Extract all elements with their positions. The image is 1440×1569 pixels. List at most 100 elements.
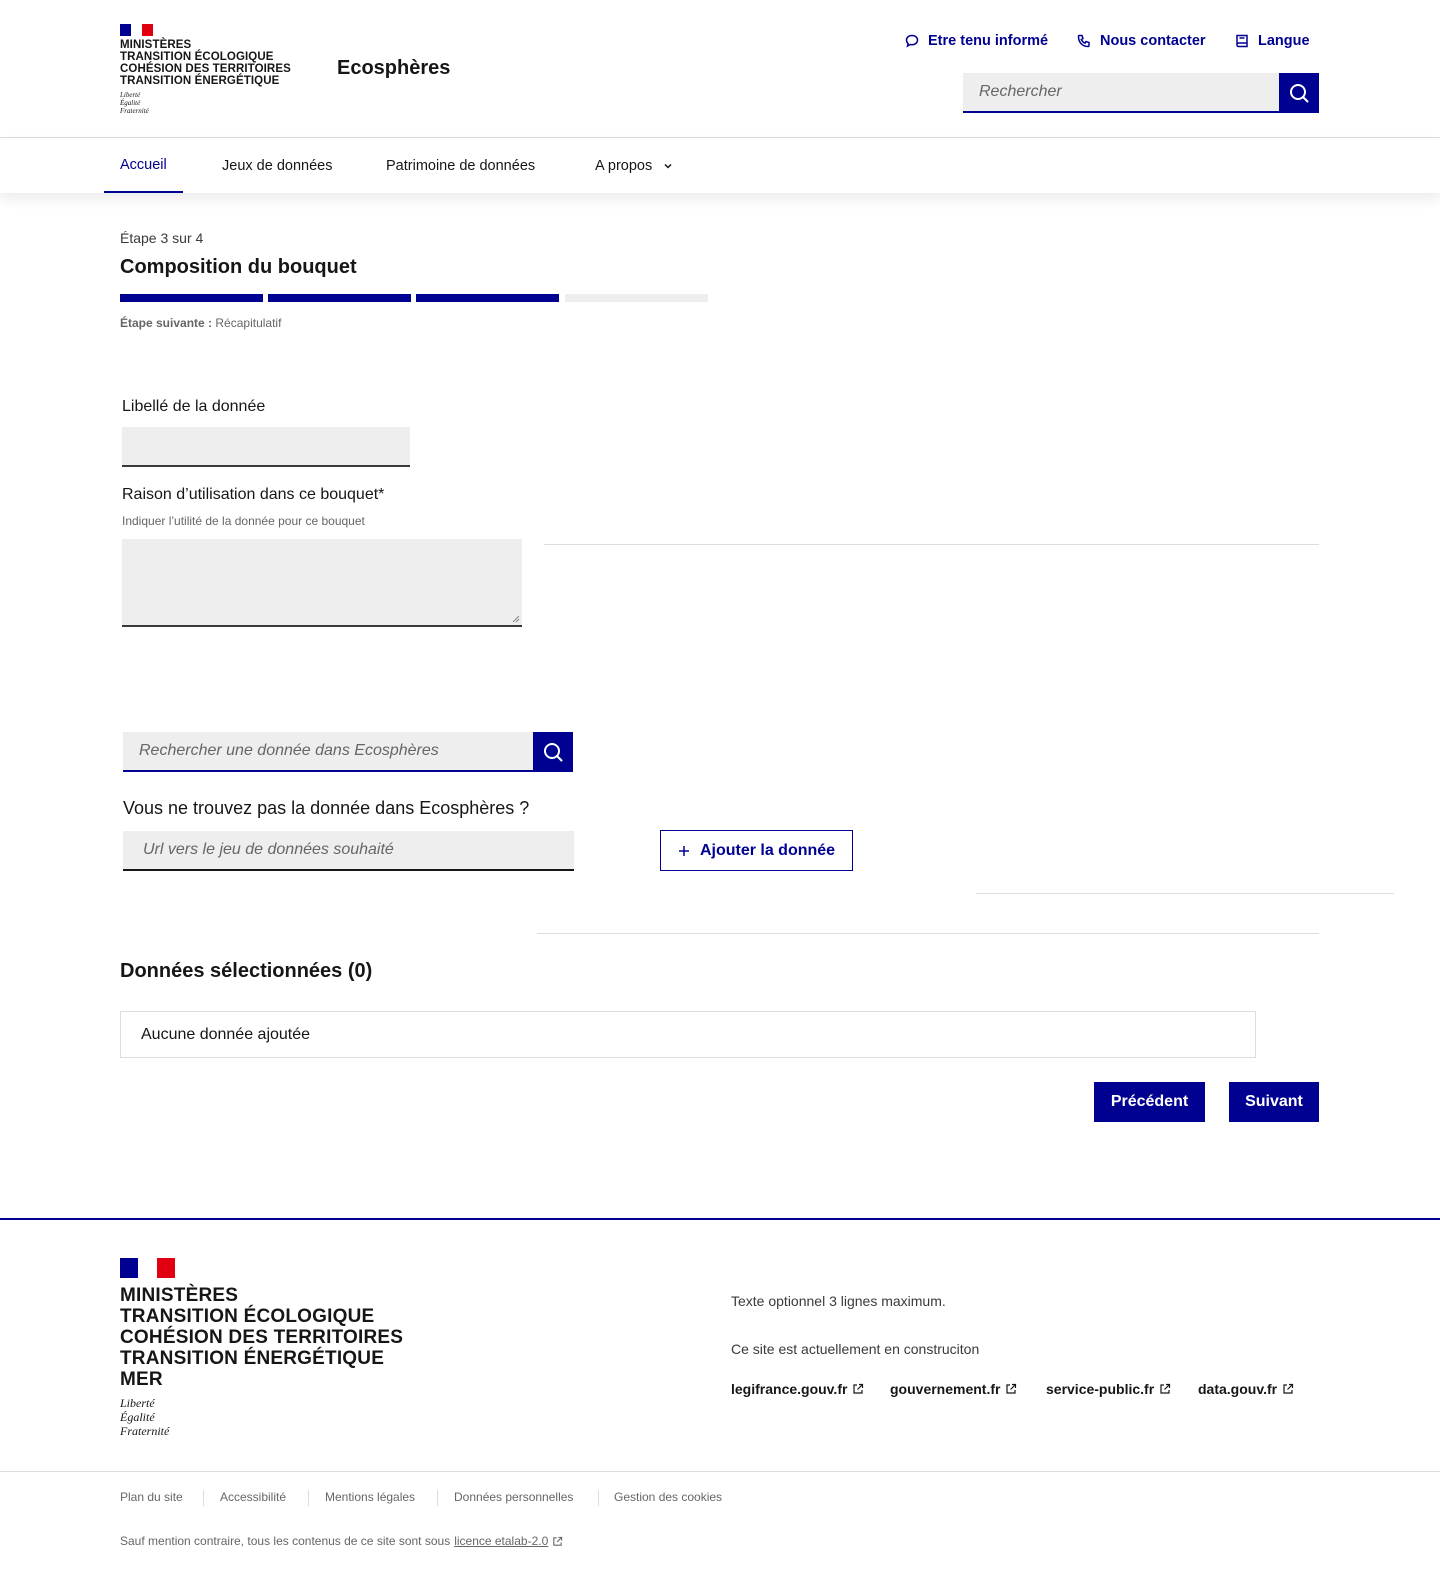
- nav-item-a-propos[interactable]: A propos: [595, 138, 674, 193]
- plus-icon: [678, 845, 689, 856]
- ministry-line: Ministères: [120, 39, 192, 51]
- next-button[interactable]: Suivant: [1229, 1082, 1319, 1122]
- url-input[interactable]: Url vers le jeu de données souhaité: [123, 831, 574, 871]
- external-link-icon: [1283, 1383, 1294, 1394]
- ministry-line: Cohésion des territoires: [120, 1327, 404, 1348]
- site-header: Ministères Transition écologique Cohésio…: [0, 0, 1440, 138]
- footer-optional-text: Texte optionnel 3 lignes maximum.: [731, 1293, 946, 1309]
- nav-item-label: Patrimoine de données: [386, 157, 536, 174]
- ministry-line: Transition énergétique: [120, 75, 280, 87]
- label-field-label: Libellé de la donnée: [122, 398, 266, 415]
- search-icon: [544, 743, 563, 762]
- step-bar-done: [268, 294, 411, 302]
- url-placeholder: Url vers le jeu de données souhaité: [143, 841, 394, 858]
- footer-ministry-name: Ministères Transition écologique Cohésio…: [120, 1285, 403, 1390]
- phone-icon: [1077, 34, 1090, 48]
- ministry-line: Ministères: [120, 1285, 239, 1306]
- nav-item-label: Accueil: [120, 156, 167, 173]
- quick-link-language[interactable]: Langue: [1234, 33, 1310, 49]
- step-bar-todo: [565, 294, 708, 302]
- divider: [537, 933, 1319, 934]
- footer-bottom-link-cookies[interactable]: Gestion des cookies: [614, 1490, 722, 1504]
- ext-link-label: data.gouv.fr: [1198, 1381, 1278, 1397]
- search-placeholder: Rechercher: [979, 83, 1062, 100]
- footer-link-service-public[interactable]: service-public.fr: [1046, 1381, 1171, 1397]
- resize-handle-icon[interactable]: [512, 615, 520, 623]
- previous-button[interactable]: Précédent: [1094, 1082, 1205, 1122]
- footer-bottom-link-mentions[interactable]: Mentions légales: [325, 1490, 415, 1504]
- nav-item-label: Jeux de données: [222, 157, 333, 174]
- separator: [203, 1490, 204, 1506]
- ministry-line: Mer: [120, 1369, 163, 1390]
- main-navigation: Accueil Jeux de données Patrimoine de do…: [0, 138, 1440, 193]
- selected-data-title: Données sélectionnées (0): [120, 960, 373, 982]
- ministry-line: Transition écologique: [120, 51, 274, 63]
- footer-bottom-link-accessibilite[interactable]: Accessibilité: [220, 1490, 286, 1504]
- footer-construction-text: Ce site est actuellement en construciton: [731, 1341, 980, 1357]
- search-icon: [1290, 84, 1309, 103]
- add-data-button[interactable]: Ajouter la donnée: [660, 830, 853, 871]
- selected-data-list: Aucune donnée ajoutée: [120, 1011, 1256, 1058]
- quick-link-label: Nous contacter: [1100, 33, 1206, 49]
- label-field-input[interactable]: [122, 427, 410, 467]
- reason-field-label: Raison d’utilisation dans ce bouquet*: [122, 486, 385, 503]
- ministry-line: Transition écologique: [120, 1306, 375, 1327]
- next-step-label: Étape suivante :: [120, 316, 213, 330]
- nav-item-jeux-de-donnees[interactable]: Jeux de données: [222, 138, 332, 193]
- ministry-line: Cohésion des territoires: [120, 63, 291, 75]
- site-title[interactable]: Ecosphères: [337, 57, 450, 80]
- ext-link-label: gouvernement.fr: [890, 1381, 1001, 1397]
- quick-link-label: Etre tenu informé: [928, 33, 1049, 49]
- motto-line: Liberté: [120, 1396, 155, 1410]
- external-link-icon: [1006, 1383, 1017, 1394]
- motto-line: Égalité: [120, 99, 141, 107]
- step-bar-done: [416, 294, 559, 302]
- reason-field-hint: Indiquer l’utilité de la donnée pour ce …: [122, 514, 365, 528]
- license-link[interactable]: licence etalab-2.0: [454, 1534, 548, 1548]
- data-search-input[interactable]: Rechercher une donnée dans Ecosphères: [123, 732, 533, 772]
- external-link-icon: [553, 1536, 563, 1546]
- add-data-label: Ajouter la donnée: [699, 841, 836, 859]
- nav-item-accueil[interactable]: Accueil: [104, 138, 183, 193]
- footer-bottom-divider: [0, 1471, 1440, 1472]
- chat-bubble-icon: [905, 34, 919, 48]
- reason-field-textarea[interactable]: [122, 539, 522, 627]
- separator: [598, 1490, 599, 1506]
- ext-link-label: service-public.fr: [1046, 1381, 1155, 1397]
- divider: [544, 544, 1319, 545]
- flag-icon: [120, 1258, 175, 1278]
- empty-list-text: Aucune donnée ajoutée: [141, 1025, 311, 1043]
- ministry-name: Ministères Transition écologique Cohésio…: [120, 39, 291, 87]
- motto-line: Liberté: [120, 91, 141, 99]
- ext-link-label: legifrance.gouv.fr: [731, 1381, 848, 1397]
- motto-line: Fraternité: [120, 107, 149, 115]
- nav-item-patrimoine[interactable]: Patrimoine de données: [386, 138, 535, 193]
- license-notice: Sauf mention contraire, tous les contenu…: [120, 1534, 563, 1548]
- header-search-button[interactable]: [1279, 73, 1319, 113]
- separator: [437, 1490, 438, 1506]
- data-search-placeholder: Rechercher une donnée dans Ecosphères: [139, 742, 439, 759]
- nav-item-label: A propos: [595, 157, 653, 174]
- footer-bottom-link-donnees[interactable]: Données personnelles: [454, 1490, 573, 1504]
- footer-link-data-gouv[interactable]: data.gouv.fr: [1198, 1381, 1294, 1397]
- data-search-button[interactable]: [533, 732, 573, 772]
- separator: [308, 1490, 309, 1506]
- flag-icon: [120, 24, 153, 36]
- chevron-down-icon: [664, 163, 672, 169]
- quick-link-informed[interactable]: Etre tenu informé: [904, 33, 1048, 49]
- footer-link-gouvernement[interactable]: gouvernement.fr: [890, 1381, 1017, 1397]
- external-link-icon: [853, 1383, 864, 1394]
- motto-line: Égalité: [120, 1410, 155, 1424]
- external-link-icon: [1160, 1383, 1171, 1394]
- motto: Liberté Égalité Fraternité: [120, 91, 291, 115]
- quick-link-label: Langue: [1258, 33, 1310, 49]
- header-search-input[interactable]: Rechercher: [963, 73, 1279, 113]
- footer-motto: Liberté Égalité Fraternité: [120, 1396, 403, 1438]
- step-title: Composition du bouquet: [120, 256, 357, 278]
- footer-republic-logo[interactable]: Ministères Transition écologique Cohésio…: [120, 1258, 403, 1438]
- quick-link-contact[interactable]: Nous contacter: [1076, 33, 1206, 49]
- footer-bottom-link-plan[interactable]: Plan du site: [120, 1490, 183, 1504]
- step-bar-done: [120, 294, 263, 302]
- footer-link-legifrance[interactable]: legifrance.gouv.fr: [731, 1381, 864, 1397]
- republic-logo[interactable]: Ministères Transition écologique Cohésio…: [120, 24, 291, 115]
